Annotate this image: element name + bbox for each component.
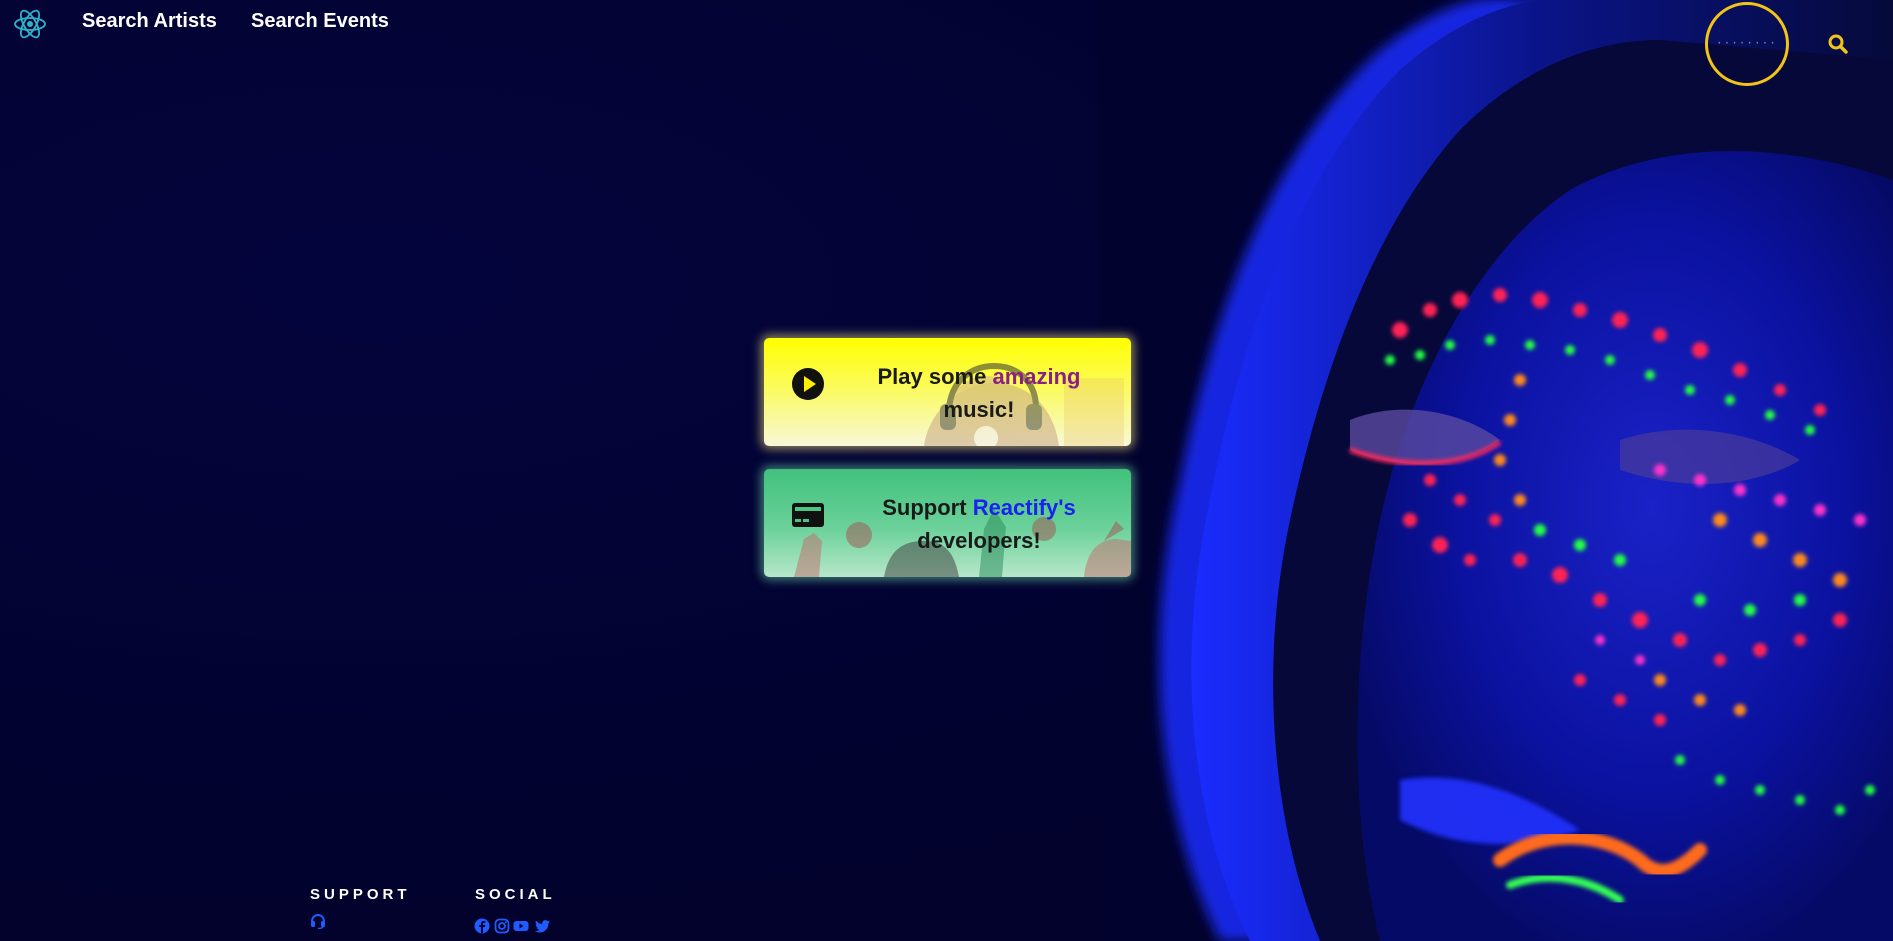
search-field-ring [1705, 2, 1789, 86]
search-icon[interactable] [1826, 32, 1850, 56]
nav-search-events-link[interactable]: Search Events [251, 10, 389, 33]
credit-card-icon [792, 503, 824, 527]
support-developers-card[interactable]: Support Reactify's developers! [764, 469, 1131, 577]
instagram-icon[interactable] [494, 918, 510, 934]
play-circle-icon [792, 368, 824, 400]
search-input[interactable] [1714, 37, 1780, 51]
play-music-card[interactable]: Play some amazing music! [764, 338, 1131, 446]
youtube-icon[interactable] [513, 918, 529, 934]
facebook-icon[interactable] [474, 918, 490, 934]
page: Search Artists Search Events Play some a… [0, 0, 1893, 941]
amazing-highlight: amazing [992, 364, 1081, 389]
headset-icon[interactable] [310, 913, 326, 929]
play-music-text: Play some amazing music! [877, 364, 1081, 422]
react-atom-icon[interactable] [12, 6, 48, 42]
footer-social-heading: SOCIAL [475, 886, 556, 903]
footer-support-heading: SUPPORT [310, 886, 411, 903]
nav-search-artists-link[interactable]: Search Artists [82, 10, 217, 33]
reactify-highlight: Reactify's [972, 495, 1076, 520]
twitter-icon[interactable] [535, 918, 551, 934]
hero-neon-face-image [1100, 0, 1893, 941]
support-developers-text: Support Reactify's developers! [882, 495, 1076, 553]
